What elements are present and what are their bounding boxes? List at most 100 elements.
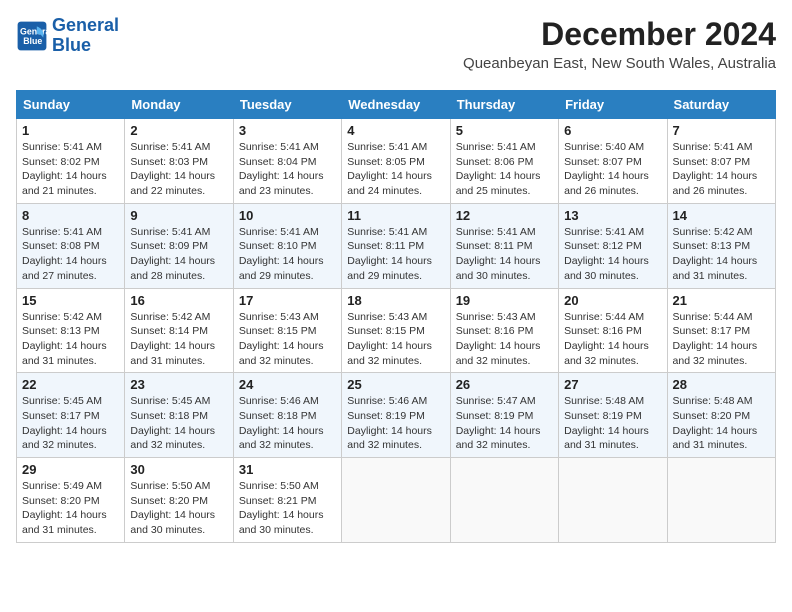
day-number: 3 bbox=[239, 123, 336, 138]
calendar-cell bbox=[342, 458, 450, 543]
calendar-cell: 12 Sunrise: 5:41 AM Sunset: 8:11 PM Dayli… bbox=[450, 203, 558, 288]
day-number: 13 bbox=[564, 208, 661, 223]
day-number: 28 bbox=[673, 377, 770, 392]
calendar-cell: 26Sunrise: 5:47 AM Sunset: 8:19 PM Dayli… bbox=[450, 373, 558, 458]
day-info: Sunrise: 5:43 AM Sunset: 8:15 PM Dayligh… bbox=[347, 310, 444, 369]
day-number: 8 bbox=[22, 208, 119, 223]
day-info: Sunrise: 5:41 AM Sunset: 8:11 PM Dayligh… bbox=[347, 225, 444, 284]
calendar-cell: 25 Sunrise: 5:46 AM Sunset: 8:19 PM Dayli… bbox=[342, 373, 450, 458]
location-title: Queanbeyan East, New South Wales, Austra… bbox=[463, 55, 776, 72]
day-info: Sunrise: 5:43 AM Sunset: 8:15 PM Dayligh… bbox=[239, 310, 336, 369]
day-info: Sunrise: 5:41 AM Sunset: 8:03 PM Dayligh… bbox=[130, 140, 227, 199]
day-number: 30 bbox=[130, 462, 227, 477]
day-info: Sunrise: 5:42 AM Sunset: 8:14 PM Dayligh… bbox=[130, 310, 227, 369]
day-info: Sunrise: 5:41 AM Sunset: 8:02 PM Dayligh… bbox=[22, 140, 119, 199]
day-info: Sunrise: 5:47 AM Sunset: 8:19 PM Dayligh… bbox=[456, 394, 553, 453]
calendar-cell: 9 Sunrise: 5:41 AM Sunset: 8:09 PM Daylig… bbox=[125, 203, 233, 288]
calendar-cell: 21 Sunrise: 5:44 AM Sunset: 8:17 PM Dayli… bbox=[667, 288, 775, 373]
calendar-cell bbox=[667, 458, 775, 543]
calendar-cell: 27 Sunrise: 5:48 AM Sunset: 8:19 PM Dayli… bbox=[559, 373, 667, 458]
day-number: 22 bbox=[22, 377, 119, 392]
month-title: December 2024 bbox=[463, 16, 776, 53]
day-header-friday: Friday bbox=[559, 91, 667, 119]
day-number: 7 bbox=[673, 123, 770, 138]
day-header-wednesday: Wednesday bbox=[342, 91, 450, 119]
calendar-cell: 13 Sunrise: 5:41 AM Sunset: 8:12 PM Dayli… bbox=[559, 203, 667, 288]
day-number: 23 bbox=[130, 377, 227, 392]
day-info: Sunrise: 5:48 AM Sunset: 8:19 PM Dayligh… bbox=[564, 394, 661, 453]
calendar-cell: 10 Sunrise: 5:41 AM Sunset: 8:10 PM Dayli… bbox=[233, 203, 341, 288]
calendar-cell: 11 Sunrise: 5:41 AM Sunset: 8:11 PM Dayli… bbox=[342, 203, 450, 288]
calendar-table: SundayMondayTuesdayWednesdayThursdayFrid… bbox=[16, 90, 776, 543]
day-number: 19 bbox=[456, 293, 553, 308]
svg-text:Blue: Blue bbox=[23, 36, 42, 46]
day-number: 10 bbox=[239, 208, 336, 223]
day-info: Sunrise: 5:41 AM Sunset: 8:05 PM Dayligh… bbox=[347, 140, 444, 199]
day-number: 21 bbox=[673, 293, 770, 308]
day-info: Sunrise: 5:42 AM Sunset: 8:13 PM Dayligh… bbox=[673, 225, 770, 284]
day-number: 12 bbox=[456, 208, 553, 223]
day-info: Sunrise: 5:41 AM Sunset: 8:08 PM Dayligh… bbox=[22, 225, 119, 284]
day-info: Sunrise: 5:41 AM Sunset: 8:06 PM Dayligh… bbox=[456, 140, 553, 199]
day-info: Sunrise: 5:44 AM Sunset: 8:17 PM Dayligh… bbox=[673, 310, 770, 369]
day-header-monday: Monday bbox=[125, 91, 233, 119]
day-info: Sunrise: 5:42 AM Sunset: 8:13 PM Dayligh… bbox=[22, 310, 119, 369]
day-info: Sunrise: 5:50 AM Sunset: 8:20 PM Dayligh… bbox=[130, 479, 227, 538]
day-number: 18 bbox=[347, 293, 444, 308]
day-info: Sunrise: 5:41 AM Sunset: 8:07 PM Dayligh… bbox=[673, 140, 770, 199]
day-number: 4 bbox=[347, 123, 444, 138]
calendar-cell: 20 Sunrise: 5:44 AM Sunset: 8:16 PM Dayli… bbox=[559, 288, 667, 373]
calendar-cell: 24 Sunrise: 5:46 AM Sunset: 8:18 PM Dayli… bbox=[233, 373, 341, 458]
day-info: Sunrise: 5:41 AM Sunset: 8:09 PM Dayligh… bbox=[130, 225, 227, 284]
day-info: Sunrise: 5:49 AM Sunset: 8:20 PM Dayligh… bbox=[22, 479, 119, 538]
day-number: 11 bbox=[347, 208, 444, 223]
day-number: 24 bbox=[239, 377, 336, 392]
day-number: 27 bbox=[564, 377, 661, 392]
day-header-thursday: Thursday bbox=[450, 91, 558, 119]
logo-line1: General bbox=[52, 16, 119, 36]
day-number: 17 bbox=[239, 293, 336, 308]
calendar-cell: 3 Sunrise: 5:41 AM Sunset: 8:04 PM Daylig… bbox=[233, 119, 341, 204]
day-number: 29 bbox=[22, 462, 119, 477]
day-number: 9 bbox=[130, 208, 227, 223]
day-number: 20 bbox=[564, 293, 661, 308]
calendar-cell: 18 Sunrise: 5:43 AM Sunset: 8:15 PM Dayli… bbox=[342, 288, 450, 373]
day-info: Sunrise: 5:46 AM Sunset: 8:19 PM Dayligh… bbox=[347, 394, 444, 453]
day-number: 5 bbox=[456, 123, 553, 138]
calendar-cell: 31Sunrise: 5:50 AM Sunset: 8:21 PM Dayli… bbox=[233, 458, 341, 543]
svg-text:General: General bbox=[20, 26, 48, 36]
calendar-cell: 23Sunrise: 5:45 AM Sunset: 8:18 PM Dayli… bbox=[125, 373, 233, 458]
calendar-cell: 22Sunrise: 5:45 AM Sunset: 8:17 PM Dayli… bbox=[17, 373, 125, 458]
day-info: Sunrise: 5:40 AM Sunset: 8:07 PM Dayligh… bbox=[564, 140, 661, 199]
calendar-cell: 2 Sunrise: 5:41 AM Sunset: 8:03 PM Daylig… bbox=[125, 119, 233, 204]
calendar-cell: 5 Sunrise: 5:41 AM Sunset: 8:06 PM Daylig… bbox=[450, 119, 558, 204]
day-info: Sunrise: 5:41 AM Sunset: 8:12 PM Dayligh… bbox=[564, 225, 661, 284]
calendar-cell: 4 Sunrise: 5:41 AM Sunset: 8:05 PM Daylig… bbox=[342, 119, 450, 204]
calendar-cell bbox=[559, 458, 667, 543]
day-info: Sunrise: 5:48 AM Sunset: 8:20 PM Dayligh… bbox=[673, 394, 770, 453]
calendar-cell: 1 Sunrise: 5:41 AM Sunset: 8:02 PM Daylig… bbox=[17, 119, 125, 204]
calendar-cell: 28 Sunrise: 5:48 AM Sunset: 8:20 PM Dayli… bbox=[667, 373, 775, 458]
day-number: 14 bbox=[673, 208, 770, 223]
day-info: Sunrise: 5:41 AM Sunset: 8:04 PM Dayligh… bbox=[239, 140, 336, 199]
day-info: Sunrise: 5:41 AM Sunset: 8:11 PM Dayligh… bbox=[456, 225, 553, 284]
day-info: Sunrise: 5:41 AM Sunset: 8:10 PM Dayligh… bbox=[239, 225, 336, 284]
day-number: 16 bbox=[130, 293, 227, 308]
logo-line2: Blue bbox=[52, 36, 119, 56]
day-header-sunday: Sunday bbox=[17, 91, 125, 119]
day-number: 1 bbox=[22, 123, 119, 138]
day-info: Sunrise: 5:43 AM Sunset: 8:16 PM Dayligh… bbox=[456, 310, 553, 369]
day-header-tuesday: Tuesday bbox=[233, 91, 341, 119]
calendar-cell: 14 Sunrise: 5:42 AM Sunset: 8:13 PM Dayli… bbox=[667, 203, 775, 288]
calendar-cell: 29 Sunrise: 5:49 AM Sunset: 8:20 PM Dayli… bbox=[17, 458, 125, 543]
general-blue-logo-icon: General Blue bbox=[16, 20, 48, 52]
day-number: 2 bbox=[130, 123, 227, 138]
calendar-cell bbox=[450, 458, 558, 543]
day-info: Sunrise: 5:46 AM Sunset: 8:18 PM Dayligh… bbox=[239, 394, 336, 453]
day-info: Sunrise: 5:44 AM Sunset: 8:16 PM Dayligh… bbox=[564, 310, 661, 369]
calendar-cell: 19 Sunrise: 5:43 AM Sunset: 8:16 PM Dayli… bbox=[450, 288, 558, 373]
day-number: 25 bbox=[347, 377, 444, 392]
calendar-cell: 7 Sunrise: 5:41 AM Sunset: 8:07 PM Daylig… bbox=[667, 119, 775, 204]
day-header-saturday: Saturday bbox=[667, 91, 775, 119]
calendar-cell: 16 Sunrise: 5:42 AM Sunset: 8:14 PM Dayli… bbox=[125, 288, 233, 373]
